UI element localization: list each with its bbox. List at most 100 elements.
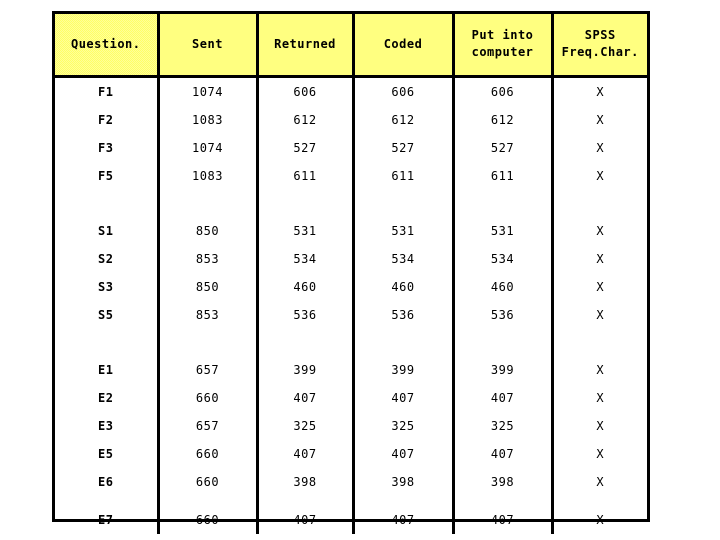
row-label-cell: E2 <box>55 383 160 412</box>
empty-cell <box>55 189 160 217</box>
table-row: F3 1074 527 527 527 X <box>55 133 647 162</box>
cell-put_into_computer: 460 <box>453 272 554 301</box>
empty-cell <box>453 189 554 217</box>
empty-cell <box>552 496 647 506</box>
table-gap-row <box>55 495 647 506</box>
table-row: E1 657 399 399 399 X <box>55 355 647 384</box>
empty-cell <box>158 189 259 217</box>
empty-cell <box>257 328 355 356</box>
row-label-cell: E1 <box>55 355 160 384</box>
cell-returned: 611 <box>257 161 355 190</box>
cell-coded: 606 <box>353 76 455 106</box>
cell-returned: 407 <box>257 383 355 412</box>
cell-returned: 536 <box>257 300 355 329</box>
table-row: S1 850 531 531 531 X <box>55 216 647 245</box>
table-row: E5 660 407 407 407 X <box>55 439 647 468</box>
cell-coded: 536 <box>353 300 455 329</box>
row-label-cell: E6 <box>55 467 160 496</box>
cell-put_into_computer: 531 <box>453 216 554 245</box>
cell-put_into_computer: 611 <box>453 161 554 190</box>
table-header-row: Question. Sent Returned Coded Put into comput… <box>55 14 647 78</box>
row-label-cell: S5 <box>55 300 160 329</box>
cell-sent: 853 <box>158 300 259 329</box>
row-label-cell: S2 <box>55 244 160 273</box>
column-header-sent: Sent <box>158 14 259 78</box>
cell-returned: 407 <box>257 505 355 534</box>
cell-sent: 657 <box>158 355 259 384</box>
cell-returned: 531 <box>257 216 355 245</box>
row-label-cell: E5 <box>55 439 160 468</box>
empty-cell <box>353 495 455 506</box>
table-row: E2 660 407 407 407 X <box>55 383 647 412</box>
cell-coded: 399 <box>353 355 455 384</box>
empty-cell <box>257 495 355 506</box>
cell-put_into_computer: 407 <box>453 439 554 468</box>
cell-spss_freq_char: X <box>596 251 605 266</box>
empty-cell <box>353 189 455 217</box>
cell-sent: 1083 <box>158 161 259 190</box>
cell-spss_freq_char: X <box>596 418 605 433</box>
cell-returned: 407 <box>257 439 355 468</box>
cell-spss_freq_char: X <box>596 390 605 405</box>
cell-spss_freq_char: X <box>596 84 605 99</box>
column-header-line: Question. <box>70 36 141 51</box>
cell-sent: 660 <box>158 505 259 534</box>
row-label-cell: F1 <box>55 76 160 106</box>
column-header-line: Coded <box>383 36 423 51</box>
empty-cell <box>257 189 355 217</box>
column-header-spss_freq_char: SPSS Freq.Char. <box>552 14 647 78</box>
row-label-cell: S3 <box>55 272 160 301</box>
cell-sent: 660 <box>158 383 259 412</box>
cell-put_into_computer: 407 <box>453 383 554 412</box>
cell-returned: 606 <box>257 76 355 106</box>
cell-spss_freq_char: X <box>596 474 605 489</box>
cell-sent: 660 <box>158 467 259 496</box>
row-label-cell: S1 <box>55 216 160 245</box>
cell-coded: 398 <box>353 467 455 496</box>
table-row: E7 660 407 407 407 X <box>55 505 647 534</box>
cell-coded: 325 <box>353 411 455 440</box>
cell-spss_freq_char: X <box>596 307 605 322</box>
column-header-question: Question. <box>55 14 160 78</box>
empty-cell <box>353 328 455 356</box>
table-row: E6 660 398 398 398 X <box>55 467 647 496</box>
cell-sent: 1083 <box>158 105 259 134</box>
cell-coded: 531 <box>353 216 455 245</box>
table-row: S2 853 534 534 534 X <box>55 244 647 273</box>
cell-sent: 657 <box>158 411 259 440</box>
cell-put_into_computer: 527 <box>453 133 554 162</box>
cell-coded: 527 <box>353 133 455 162</box>
cell-coded: 534 <box>353 244 455 273</box>
cell-returned: 534 <box>257 244 355 273</box>
cell-sent: 853 <box>158 244 259 273</box>
cell-put_into_computer: 534 <box>453 244 554 273</box>
cell-spss_freq_char: X <box>596 168 605 183</box>
empty-cell <box>158 495 259 506</box>
cell-coded: 460 <box>353 272 455 301</box>
table-header: Question. Sent Returned Coded Put into comput… <box>55 14 647 78</box>
column-header-line: Returned <box>274 36 336 51</box>
table-body: F1 1074 606 606 606 X F2 1083 612 612 612 X F3 1074 52… <box>55 76 647 534</box>
cell-sent: 850 <box>158 272 259 301</box>
table-spacer-row <box>55 328 647 356</box>
table-row: F2 1083 612 612 612 X <box>55 105 647 134</box>
cell-returned: 612 <box>257 105 355 134</box>
cell-spss_freq_char: X <box>596 512 605 527</box>
row-label-cell: F5 <box>55 161 160 190</box>
column-header-put_into_computer: Put into computer <box>453 14 554 78</box>
cell-sent: 660 <box>158 439 259 468</box>
cell-spss_freq_char: X <box>596 223 605 238</box>
cell-returned: 325 <box>257 411 355 440</box>
cell-coded: 611 <box>353 161 455 190</box>
empty-cell <box>453 495 554 506</box>
empty-cell <box>552 329 647 356</box>
empty-cell <box>158 328 259 356</box>
cell-coded: 612 <box>353 105 455 134</box>
column-header-line: computer <box>471 45 534 60</box>
row-label-cell: E3 <box>55 411 160 440</box>
column-header-coded: Coded <box>353 14 455 78</box>
cell-returned: 398 <box>257 467 355 496</box>
cell-put_into_computer: 399 <box>453 355 554 384</box>
cell-spss_freq_char: X <box>596 112 605 127</box>
cell-spss_freq_char: X <box>596 140 605 155</box>
